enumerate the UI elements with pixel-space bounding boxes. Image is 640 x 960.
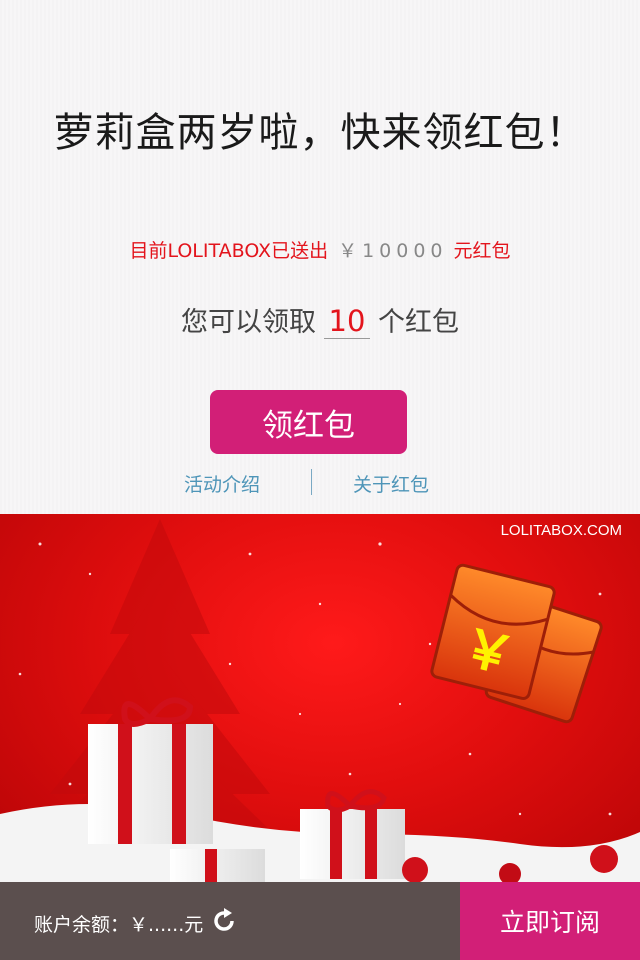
claim-prefix: 您可以领取 [181,307,316,338]
activity-intro-link[interactable]: 活动介绍 [184,470,260,497]
top-section: 萝莉盒两岁啦，快来领红包！ 目前LOLITABOX已送出 ￥10000 元红包 您可… [0,0,640,514]
sent-amount: ￥10000 [338,240,448,262]
sent-prefix: 目前LOLITABOX已送出 [129,240,329,262]
christmas-banner: ￥ LOLITABOX.COM [0,514,640,882]
sent-suffix: 元红包 [453,240,511,262]
claim-red-packet-button[interactable]: 领红包 [210,390,407,454]
brand-watermark: LOLITABOX.COM [500,522,622,539]
link-divider [311,469,312,495]
sent-amount-line: 目前LOLITABOX已送出 ￥10000 元红包 [0,236,640,263]
red-packet-icon: ￥ [430,563,603,724]
banner-illustration: ￥ [0,519,640,882]
account-balance: 账户余额：￥......元 [34,914,204,936]
claim-count-line: 您可以领取 10 个红包 [0,300,640,339]
subscribe-button[interactable]: 立即订阅 [460,882,640,960]
refresh-icon[interactable] [210,907,238,935]
claim-suffix: 个红包 [378,307,459,338]
bottom-bar: 账户余额：￥......元 立即订阅 [0,882,640,960]
info-links: 活动介绍 关于红包 [0,466,640,498]
page-title: 萝莉盒两岁啦，快来领红包！ [53,110,587,156]
claim-count: 10 [324,304,370,339]
about-red-packet-link[interactable]: 关于红包 [353,470,429,497]
